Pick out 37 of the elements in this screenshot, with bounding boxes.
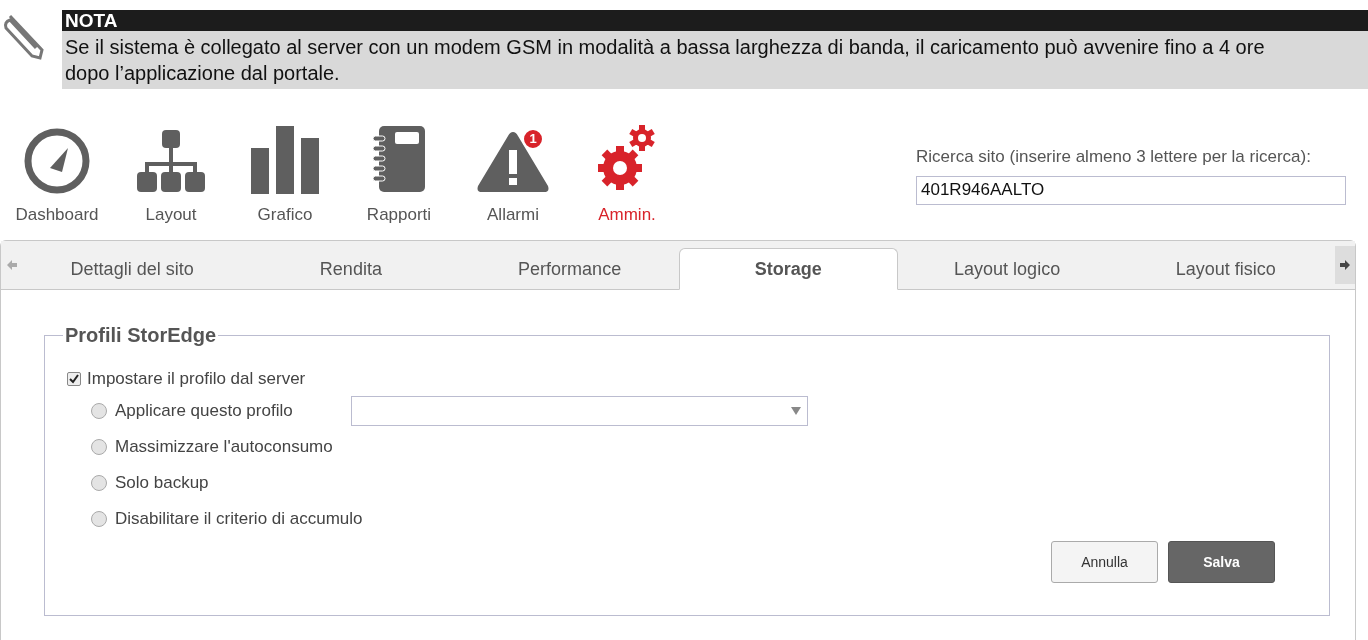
- warning-icon: [476, 130, 550, 194]
- nav-item[interactable]: Grafico: [228, 122, 342, 228]
- nav-item[interactable]: Allarmi 1: [456, 122, 570, 228]
- panel-title: Profili StorEdge: [64, 323, 218, 348]
- profile-radio[interactable]: Massimizzare l'autoconsumo: [91, 433, 351, 460]
- check-icon: [69, 373, 79, 384]
- search-label: Ricerca sito (inserire almeno 3 lettere per la ricerca):: [916, 146, 1312, 168]
- nav-item[interactable]: Ammin.: [570, 122, 684, 228]
- server-profile-checkbox[interactable]: Impostare il profilo dal server: [67, 366, 306, 392]
- note-title: NOTA: [62, 10, 1368, 31]
- count-badge: 1: [522, 128, 544, 150]
- hierarchy-icon: [135, 128, 207, 194]
- profile-radio[interactable]: Solo backup: [91, 469, 351, 496]
- paperclip-icon: [2, 12, 46, 62]
- save-button[interactable]: Salva: [1168, 541, 1275, 583]
- tab[interactable]: Layout fisico: [1116, 249, 1336, 289]
- tab[interactable]: Dettagli del sito: [22, 249, 242, 289]
- nav-item[interactable]: Rapporti: [342, 122, 456, 228]
- profile-radio[interactable]: Applicare questo profilo: [91, 397, 351, 424]
- profile-radio[interactable]: Disabilitare il criterio di accumulo: [91, 505, 363, 532]
- nav-item[interactable]: Layout: [114, 122, 228, 228]
- gauge-icon: [24, 128, 90, 194]
- arrow-right-icon: [1340, 260, 1351, 270]
- nav-item[interactable]: Dashboard: [0, 122, 114, 228]
- caret-icon: [791, 406, 801, 415]
- search-field[interactable]: 401R946AALTO: [916, 175, 1346, 205]
- cancel-button[interactable]: Annulla: [1051, 541, 1158, 583]
- tab[interactable]: Storage: [679, 248, 898, 290]
- tab[interactable]: Rendita: [241, 249, 461, 289]
- bar-chart-icon: [249, 124, 321, 194]
- notebook-icon: [371, 124, 427, 194]
- scroll-right-button[interactable]: [1335, 246, 1355, 284]
- tab[interactable]: Layout logico: [897, 249, 1117, 289]
- note-text: Se il sistema è collegato al server con un modem GSM in modalità a bassa larghezza di banda, il caricamento può avvenire fino a 4 ore dopo l’applicazione dal portale.: [62, 31, 1368, 89]
- tab[interactable]: Performance: [460, 249, 679, 289]
- arrow-left-icon: [6, 260, 17, 270]
- profile-select[interactable]: [351, 395, 808, 426]
